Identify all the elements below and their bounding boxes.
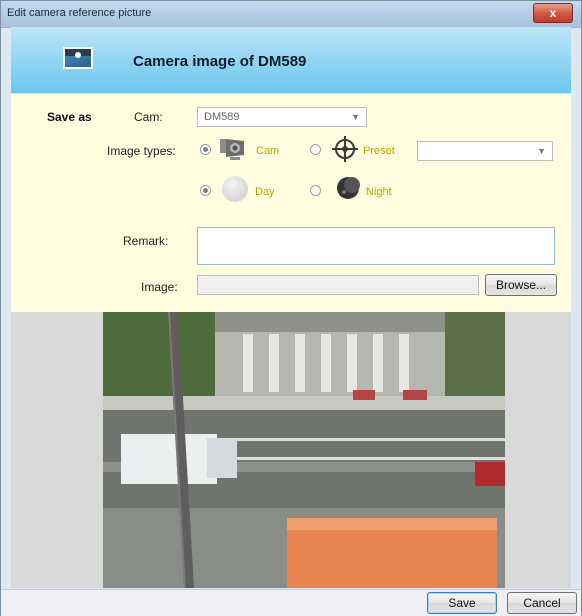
radio-night[interactable] (310, 185, 321, 196)
dialog-header: Camera image of DM589 (11, 27, 571, 94)
edit-form: Save as Cam: DM589 ▼ Image types: Cam Pr… (11, 93, 571, 313)
browse-button[interactable]: Browse... (485, 274, 557, 296)
option-night-label: Night (366, 186, 392, 198)
option-preset-label: Preset (363, 145, 395, 157)
save-button[interactable]: Save (427, 592, 497, 614)
dialog-window: Edit camera reference picture x Camera i… (0, 0, 582, 616)
cam-label: Cam: (134, 110, 163, 124)
cam-select[interactable]: DM589 ▼ (197, 107, 367, 127)
camera-icon (220, 139, 244, 160)
camera-preview-image (103, 312, 505, 588)
cam-select-value: DM589 (204, 111, 240, 123)
title-bar[interactable]: Edit camera reference picture x (1, 1, 581, 28)
option-cam-label: Cam (256, 145, 280, 157)
radio-preset[interactable] (310, 144, 321, 155)
remark-field[interactable] (197, 227, 555, 265)
window-title: Edit camera reference picture (7, 7, 152, 19)
sun-icon (222, 176, 248, 202)
camera-photo (103, 312, 505, 588)
remark-label: Remark: (123, 234, 169, 248)
close-button[interactable]: x (533, 3, 573, 23)
crosshair-icon (332, 136, 358, 162)
option-day-label: Day (255, 186, 275, 198)
image-path-field[interactable] (197, 275, 479, 295)
save-as-label: Save as (47, 110, 92, 124)
radio-day[interactable] (200, 185, 211, 196)
chevron-down-icon: ▼ (351, 112, 360, 122)
radio-cam[interactable] (200, 144, 211, 155)
image-label: Image: (141, 280, 178, 294)
moon-icon (337, 177, 360, 199)
header-title: Camera image of DM589 (133, 53, 307, 70)
image-types-label: Image types: (107, 144, 176, 158)
picture-icon (63, 47, 93, 69)
preview-area (11, 312, 571, 588)
chevron-down-icon: ▼ (537, 146, 546, 156)
preset-select[interactable]: ▼ (417, 141, 553, 161)
dialog-footer: Save Cancel (1, 589, 581, 616)
cancel-button[interactable]: Cancel (507, 592, 577, 614)
